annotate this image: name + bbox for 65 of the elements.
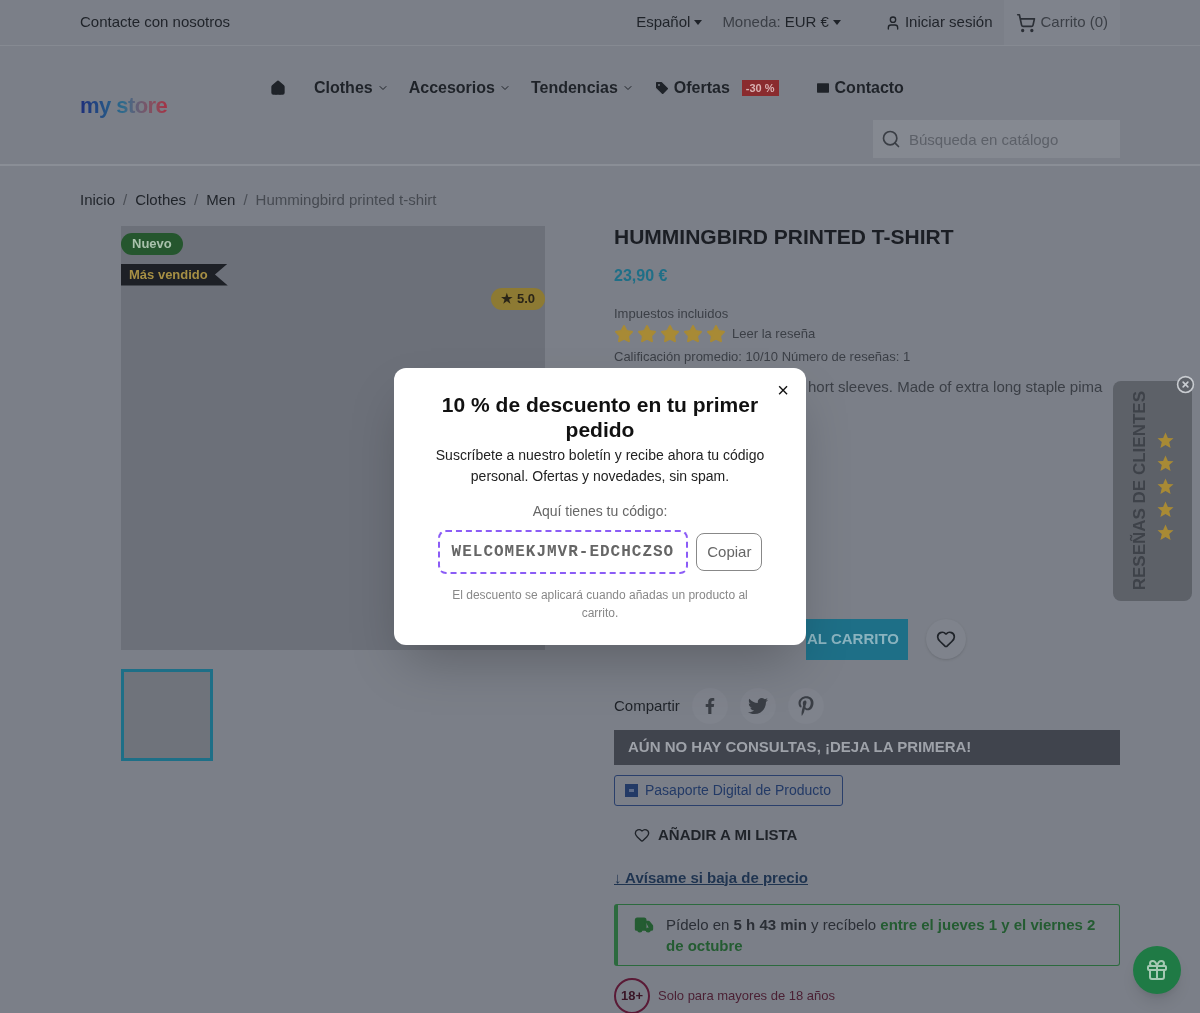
breadcrumb-link[interactable]: Men: [206, 189, 236, 212]
price-alert-link[interactable]: ↓ Avísame si baja de precio: [614, 866, 808, 889]
share-label: Compartir: [614, 695, 680, 716]
pinterest-share-button[interactable]: [787, 688, 824, 724]
breadcrumb-link[interactable]: Inicio: [80, 189, 116, 212]
age-badge: 18+: [614, 978, 650, 1013]
currency-dropdown[interactable]: EUR €: [784, 11, 841, 34]
star-icon: [660, 324, 680, 344]
close-icon[interactable]: [1176, 375, 1195, 394]
product-price: 23,90 €: [614, 265, 669, 286]
star-icon: [706, 324, 726, 344]
new-badge: Nuevo: [121, 232, 183, 255]
age-note: Solo para mayores de 18 años: [658, 987, 836, 1006]
popup-body: Suscríbete a nuestro boletín y recibe ahora tu código personal. Ofertas y novedades, sin spam.: [434, 446, 766, 486]
discount-badge: -30 %: [741, 80, 779, 96]
nav-link[interactable]: Contacto: [834, 76, 904, 100]
star-icon: [614, 324, 634, 344]
cart-icon: [1016, 12, 1037, 33]
search-icon: [881, 129, 901, 149]
nav-link[interactable]: Accesorios: [408, 76, 495, 100]
breadcrumb-separator: /: [243, 190, 248, 210]
popup-title: 10 % de descuento en tu primer pedido: [440, 392, 760, 442]
copy-button[interactable]: Copiar: [696, 533, 763, 571]
passport-icon: [626, 785, 637, 796]
questions-bar[interactable]: AÚN NO HAY CONSULTAS, ¡DEJA LA PRIMERA!: [614, 730, 1120, 765]
breadcrumb-separator: /: [194, 190, 199, 210]
currency-label: Moneda:: [722, 12, 781, 33]
facebook-share-button[interactable]: [691, 688, 728, 724]
bestseller-ribbon: Más vendido: [121, 263, 228, 286]
breadcrumb-separator: /: [123, 190, 128, 210]
truck-icon: [634, 915, 654, 935]
tax-note: Impuestos incluidos: [614, 304, 730, 323]
code-label: Aquí tienes tu código:: [532, 502, 668, 521]
gift-button[interactable]: [1133, 946, 1181, 994]
digital-passport-button[interactable]: Pasaporte Digital de Producto: [614, 775, 843, 806]
heart-icon: [936, 629, 956, 649]
star-icon: [683, 324, 703, 344]
nav-link[interactable]: Tendencias: [530, 76, 618, 100]
wishlist-heart-button[interactable]: [926, 619, 966, 659]
login-link[interactable]: Iniciar sesión: [884, 11, 993, 34]
delivery-text: Pídelo en 5 h 43 min y recíbelo entre el jueves 1 y el viernes 2 de octubre: [666, 915, 1097, 956]
heart-icon: [634, 827, 650, 844]
nav-link[interactable]: Clothes: [314, 76, 373, 100]
contact-link[interactable]: Contacte con nosotros: [80, 11, 231, 34]
twitter-share-button[interactable]: [739, 688, 776, 724]
add-to-cart-button[interactable]: AL CARRITO: [806, 618, 908, 660]
breadcrumb-link[interactable]: Clothes: [135, 189, 187, 212]
cart-link[interactable]: Carrito (0): [1004, 0, 1120, 45]
tag-icon: [653, 80, 670, 96]
rating-summary: Calificación promedio: 10/10 Número de reseñas: 1: [614, 348, 912, 366]
home-icon[interactable]: [270, 80, 286, 96]
rating-badge: ★ 5.0: [491, 287, 545, 310]
discount-code: WELCOMEKJMVR-EDCHCZSO: [437, 530, 689, 574]
product-description: hort sleeves. Made of extra long staple pima: [808, 376, 1103, 397]
add-to-wishlist-button[interactable]: AÑADIR A MI LISTA: [634, 824, 798, 847]
thumbnail-photo[interactable]: [121, 668, 213, 761]
popup-note: El descuento se aplicará cuando añadas un producto al carrito.: [451, 587, 749, 622]
twitter-icon: [747, 696, 768, 716]
star-icon: [637, 324, 657, 344]
close-button[interactable]: ×: [777, 380, 789, 400]
product-title: HUMMINGBIRD PRINTED T-SHIRT: [614, 223, 955, 250]
read-review-link[interactable]: Leer la reseña: [732, 324, 816, 344]
language-dropdown[interactable]: Español: [636, 11, 703, 34]
nav-link[interactable]: Ofertas: [673, 76, 730, 100]
gift-icon: [1145, 958, 1169, 982]
